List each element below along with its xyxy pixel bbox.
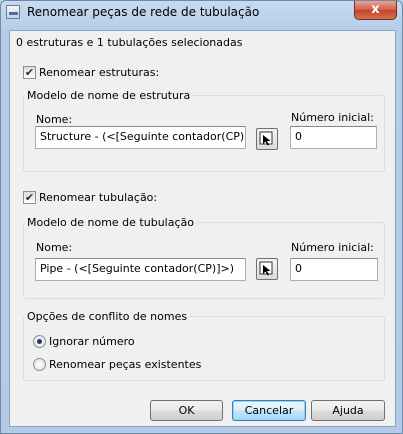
ok-button[interactable]: OK	[150, 400, 223, 421]
pipe-name-template-button[interactable]	[256, 258, 278, 280]
conflict-group-title: Opções de conflito de nomes	[25, 310, 190, 323]
ignore-number-radio[interactable]	[33, 335, 46, 348]
title-bar[interactable]: Renomear peças de rede de tubulação x	[1, 1, 402, 25]
conflict-options-group	[23, 316, 385, 381]
rename-existing-radio[interactable]	[33, 358, 46, 371]
cancel-button[interactable]: Cancelar	[232, 400, 306, 421]
rename-pipes-label: Renomear tubulação:	[39, 191, 158, 204]
pipe-name-input[interactable]: Pipe - (<[Seguinte contador(CP)]>)	[35, 258, 246, 281]
edit-template-icon	[259, 261, 273, 276]
selection-summary: 0 estruturas e 1 tubulações selecionadas	[16, 36, 243, 49]
rename-existing-label: Renomear peças existentes	[49, 358, 202, 371]
rename-structures-checkbox[interactable]: ✔	[23, 66, 36, 79]
structure-name-template-button[interactable]	[256, 128, 278, 150]
pipe-start-number-label: Número inicial:	[291, 241, 374, 254]
pipe-name-label: Nome:	[36, 241, 73, 254]
edit-template-icon	[259, 131, 273, 146]
pipe-network-icon	[6, 5, 20, 19]
pipe-start-number-input[interactable]: 0	[290, 258, 378, 281]
structure-group-title: Modelo de nome de estrutura	[25, 89, 193, 102]
structure-start-number-label: Número inicial:	[291, 111, 374, 124]
pipe-group-title: Modelo de nome de tubulação	[25, 216, 196, 229]
rename-structures-label: Renomear estruturas:	[39, 66, 160, 79]
help-button[interactable]: Ajuda	[311, 400, 385, 421]
dialog-body: 0 estruturas e 1 tubulações selecionadas…	[9, 30, 396, 427]
dialog-window: Renomear peças de rede de tubulação x 0 …	[0, 0, 403, 434]
ignore-number-label: Ignorar número	[49, 335, 135, 348]
dialog-title: Renomear peças de rede de tubulação	[27, 5, 260, 19]
structure-name-label: Nome:	[36, 113, 73, 126]
rename-pipes-checkbox[interactable]: ✔	[23, 191, 36, 204]
structure-name-input[interactable]: Structure - (<[Seguinte contador(CP)]>)	[35, 126, 246, 149]
close-button[interactable]: x	[354, 1, 397, 20]
structure-start-number-input[interactable]: 0	[290, 126, 377, 149]
